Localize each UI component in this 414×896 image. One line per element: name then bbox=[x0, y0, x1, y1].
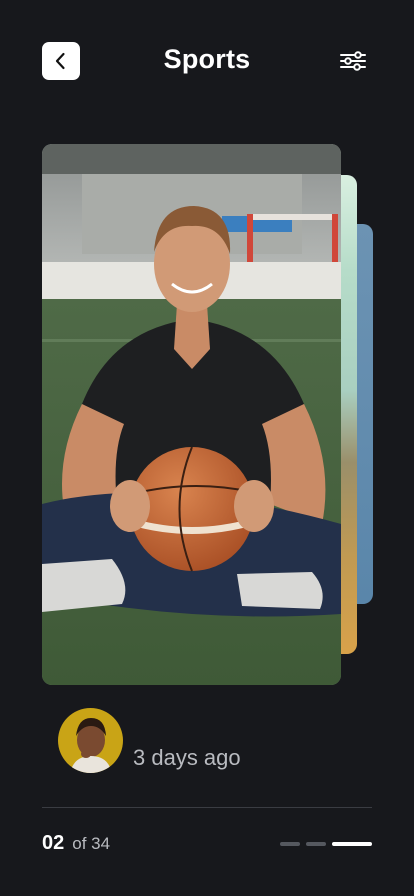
woman-portrait-image bbox=[58, 708, 123, 773]
story-card-photo[interactable] bbox=[42, 144, 341, 685]
story-counter: 02 of 34 bbox=[42, 832, 110, 855]
total-count: of 34 bbox=[72, 834, 111, 853]
story-viewer-screen: Sports 3 days ago 02 of 34 bbox=[0, 0, 414, 896]
author-avatar[interactable] bbox=[58, 708, 123, 773]
athlete-with-basketball-image bbox=[42, 144, 341, 685]
current-index: 02 bbox=[42, 832, 65, 854]
divider bbox=[42, 807, 372, 808]
pagination-dot-1[interactable] bbox=[280, 842, 300, 846]
pagination-indicator bbox=[280, 842, 372, 846]
pagination-dot-3[interactable] bbox=[332, 842, 372, 846]
filter-button[interactable] bbox=[336, 46, 370, 76]
sliders-icon bbox=[340, 51, 366, 71]
post-time-label: 3 days ago bbox=[133, 745, 241, 770]
pagination-dot-2[interactable] bbox=[306, 842, 326, 846]
